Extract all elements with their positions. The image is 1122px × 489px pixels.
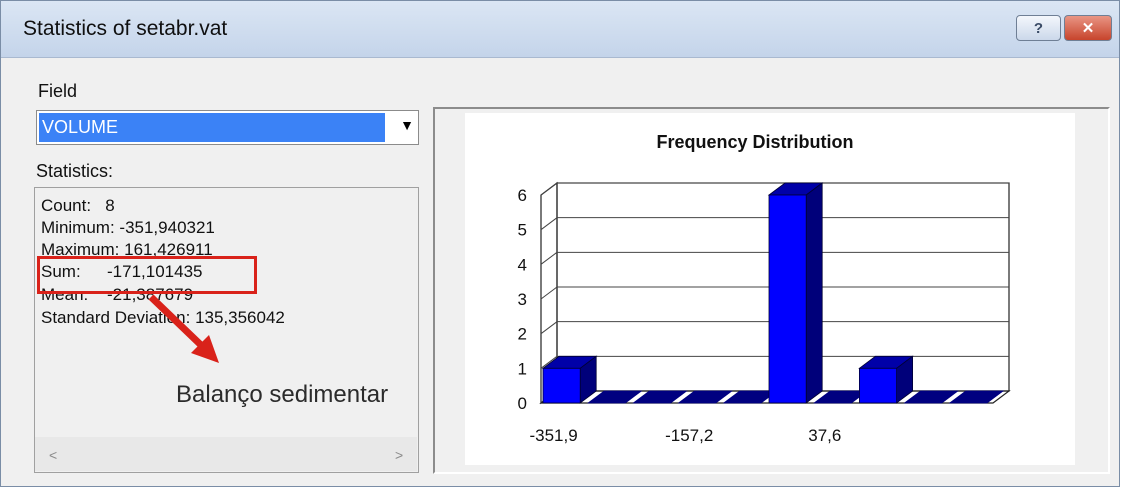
stat-minimum: Minimum: -351,940321 bbox=[41, 218, 215, 238]
field-dropdown[interactable]: VOLUME ▼ bbox=[36, 110, 419, 145]
statistics-window: Statistics of setabr.vat ? ✕ Field VOLUM… bbox=[0, 0, 1120, 487]
stat-min-label: Minimum: bbox=[41, 218, 115, 237]
y-tick-label: 4 bbox=[518, 255, 527, 274]
sum-highlight-box bbox=[37, 256, 257, 294]
bar-side bbox=[805, 182, 823, 404]
stat-count: Count: 8 bbox=[41, 196, 115, 216]
y-tick-label: 1 bbox=[518, 359, 527, 378]
scroll-right-icon: > bbox=[395, 447, 403, 463]
y-tick-label: 0 bbox=[518, 394, 527, 413]
title-bar: Statistics of setabr.vat ? ✕ bbox=[1, 1, 1119, 58]
stat-count-value: 8 bbox=[105, 196, 115, 215]
bar bbox=[542, 367, 581, 404]
frequency-chart: Frequency Distribution 0 1 2 3 4 5 6 -351,9 -157… bbox=[518, 132, 1011, 445]
y-tick-label: 3 bbox=[518, 290, 527, 309]
x-tick-label: -157,2 bbox=[665, 426, 713, 445]
help-button[interactable]: ? bbox=[1016, 15, 1061, 41]
close-icon: ✕ bbox=[1081, 20, 1095, 37]
red-arrow-icon bbox=[148, 294, 219, 363]
close-button[interactable]: ✕ bbox=[1064, 15, 1112, 41]
stat-count-label: Count: bbox=[41, 196, 92, 215]
window-title: Statistics of setabr.vat bbox=[23, 17, 228, 40]
bar bbox=[858, 367, 897, 404]
x-tick-label: -351,9 bbox=[529, 426, 577, 445]
bar bbox=[768, 194, 807, 404]
field-selected-value: VOLUME bbox=[39, 113, 385, 142]
y-tick-label: 2 bbox=[518, 325, 527, 344]
chart-title: Frequency Distribution bbox=[656, 132, 853, 152]
help-icon: ? bbox=[1033, 19, 1044, 37]
y-tick-label: 5 bbox=[518, 221, 527, 240]
y-tick-label: 6 bbox=[518, 186, 527, 205]
chevron-down-icon[interactable]: ▼ bbox=[400, 117, 414, 133]
x-tick-label: 37,6 bbox=[808, 426, 841, 445]
annotation-text: Balanço sedimentar bbox=[176, 381, 389, 408]
horizontal-scrollbar[interactable]: < > bbox=[35, 437, 417, 471]
scroll-left-icon: < bbox=[49, 447, 57, 463]
stat-min-value: -351,940321 bbox=[119, 218, 215, 237]
statistics-label: Statistics: bbox=[36, 161, 114, 181]
field-label: Field bbox=[38, 81, 78, 101]
